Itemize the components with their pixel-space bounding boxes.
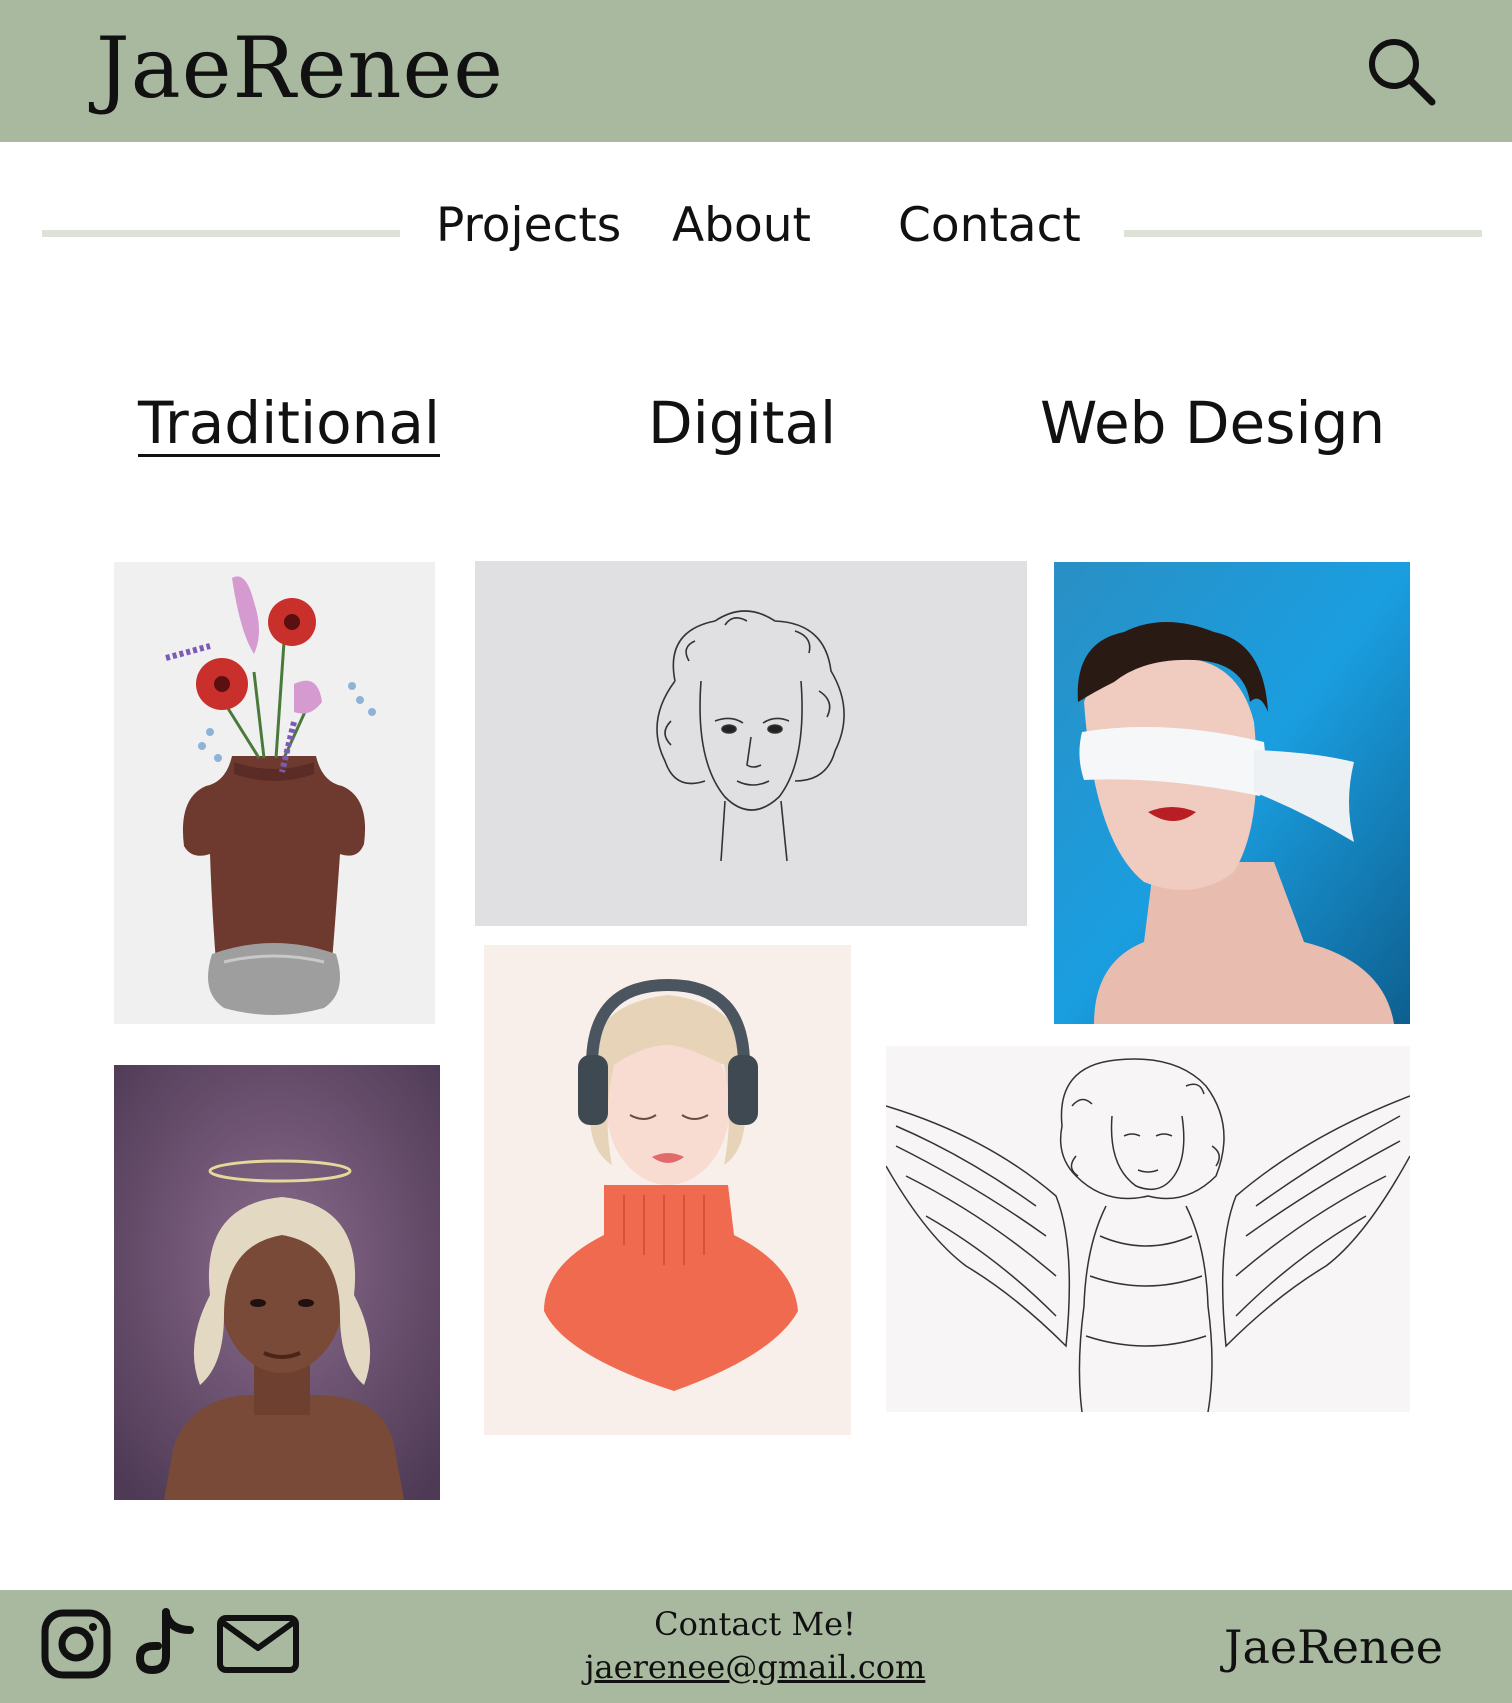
artwork-curly-hair-sketch[interactable] [475, 561, 1027, 926]
artwork-winged-figure-sketch[interactable] [886, 1046, 1410, 1412]
mail-link[interactable] [216, 1614, 300, 1674]
artwork-image [886, 1046, 1410, 1412]
artwork-blindfolded-portrait[interactable] [1054, 562, 1410, 1024]
artwork-image [484, 945, 851, 1435]
artwork-image [1054, 562, 1410, 1024]
site-header: JaeRenee [0, 0, 1512, 142]
search-button[interactable] [1364, 34, 1440, 110]
artwork-flower-vase-figure[interactable] [114, 562, 435, 1024]
nav-divider-left [42, 230, 400, 237]
artwork-image [114, 1065, 440, 1500]
tab-traditional[interactable]: Traditional [138, 394, 440, 457]
contact-title: Contact Me! [654, 1605, 856, 1643]
artwork-image [114, 562, 435, 1024]
nav-contact[interactable]: Contact [898, 202, 1081, 249]
nav-projects[interactable]: Projects [436, 202, 621, 249]
nav-about[interactable]: About [672, 202, 811, 249]
footer-brand: JaeRenee [1224, 1620, 1444, 1674]
tiktok-icon [135, 1608, 194, 1675]
artwork-headphones-portrait[interactable] [484, 945, 851, 1435]
search-icon [1369, 39, 1436, 106]
mail-icon [217, 1615, 299, 1673]
nav-divider-right [1124, 230, 1482, 237]
artwork-halo-portrait[interactable] [114, 1065, 440, 1500]
tab-web-design[interactable]: Web Design [1040, 394, 1385, 452]
instagram-icon [41, 1609, 111, 1679]
tab-digital[interactable]: Digital [648, 394, 836, 452]
instagram-link[interactable] [40, 1608, 112, 1680]
tiktok-link[interactable] [134, 1606, 196, 1678]
contact-email-link[interactable]: jaerenee@gmail.com [560, 1651, 950, 1683]
artwork-image [475, 561, 1027, 926]
site-logo[interactable]: JaeRenee [96, 26, 504, 110]
